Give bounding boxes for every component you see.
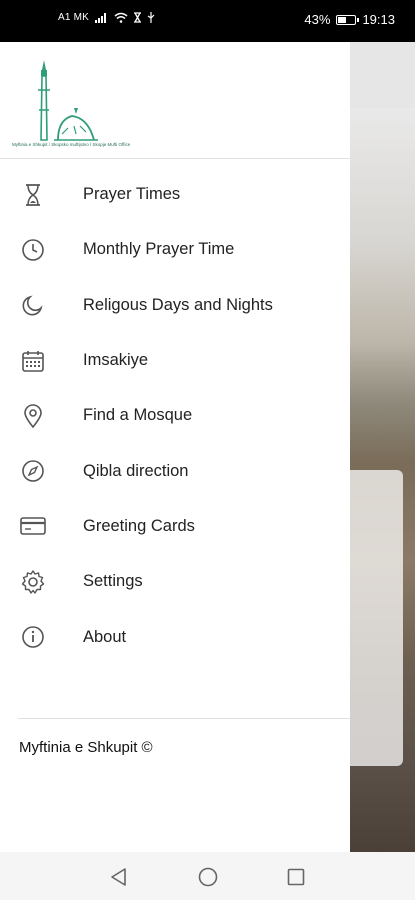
status-bar: A1 MK 43% 19:13 (0, 0, 415, 42)
menu-item-find-mosque[interactable]: Find a Mosque (0, 388, 350, 443)
menu-item-about[interactable]: About (0, 609, 350, 664)
signal-icon (95, 13, 107, 23)
background-content[interactable] (350, 42, 415, 852)
hourglass-icon (134, 12, 142, 23)
card-icon (20, 513, 46, 539)
menu-item-label: Religous Days and Nights (83, 295, 273, 314)
usb-icon (147, 12, 155, 23)
menu-item-label: Imsakiye (83, 351, 149, 370)
compass-icon (20, 458, 46, 484)
wifi-icon (114, 12, 128, 23)
gear-icon (20, 569, 46, 595)
drawer-header: Myftinia e Shkupit / Skopsko muftijstvo … (0, 42, 350, 159)
recents-icon[interactable] (285, 866, 307, 888)
menu-item-prayer-times[interactable]: Prayer Times (0, 167, 350, 222)
menu-item-label: Find a Mosque (83, 406, 193, 425)
location-pin-icon (20, 403, 46, 429)
calendar-icon (20, 348, 46, 374)
moon-icon (20, 292, 46, 318)
mosque-logo-icon (38, 60, 98, 141)
menu-item-greeting-cards[interactable]: Greeting Cards (0, 499, 350, 554)
menu-item-qibla-direction[interactable]: Qibla direction (0, 443, 350, 498)
menu-item-label: Greeting Cards (83, 516, 195, 535)
clock-icon (20, 237, 46, 263)
battery-percent: 43% (304, 12, 331, 27)
background-toolbar (350, 42, 415, 108)
home-icon[interactable] (197, 866, 219, 888)
drawer-menu: Prayer Times Monthly Prayer Time Religou… (0, 167, 350, 665)
background-card (350, 470, 403, 766)
hourglass-icon (20, 182, 46, 208)
menu-item-religious-days[interactable]: Religous Days and Nights (0, 278, 350, 333)
menu-item-monthly-prayer-time[interactable]: Monthly Prayer Time (0, 222, 350, 277)
carrier-label: A1 MK (58, 12, 90, 23)
status-right: 43% 19:13 (304, 12, 395, 27)
drawer-footer: Myftinia e Shkupit © (19, 739, 153, 756)
menu-item-label: Monthly Prayer Time (83, 240, 235, 259)
status-left: A1 MK (58, 12, 155, 23)
back-icon[interactable] (108, 866, 130, 888)
menu-item-imsakiye[interactable]: Imsakiye (0, 333, 350, 388)
menu-item-label: Qibla direction (83, 461, 189, 480)
navigation-drawer: Myftinia e Shkupit / Skopsko muftijstvo … (0, 42, 350, 852)
logo-caption: Myftinia e Shkupit / Skopsko muftijstvo … (12, 142, 131, 147)
system-navigation-bar (0, 852, 415, 900)
menu-item-label: Settings (83, 572, 143, 591)
battery-icon (336, 14, 360, 25)
info-icon (20, 624, 46, 650)
menu-item-settings[interactable]: Settings (0, 554, 350, 609)
menu-item-label: Prayer Times (83, 185, 181, 204)
clock: 19:13 (362, 12, 395, 27)
menu-item-label: About (83, 627, 127, 646)
status-icons (95, 12, 155, 23)
battery-fill (338, 16, 347, 23)
drawer-divider (18, 718, 350, 719)
